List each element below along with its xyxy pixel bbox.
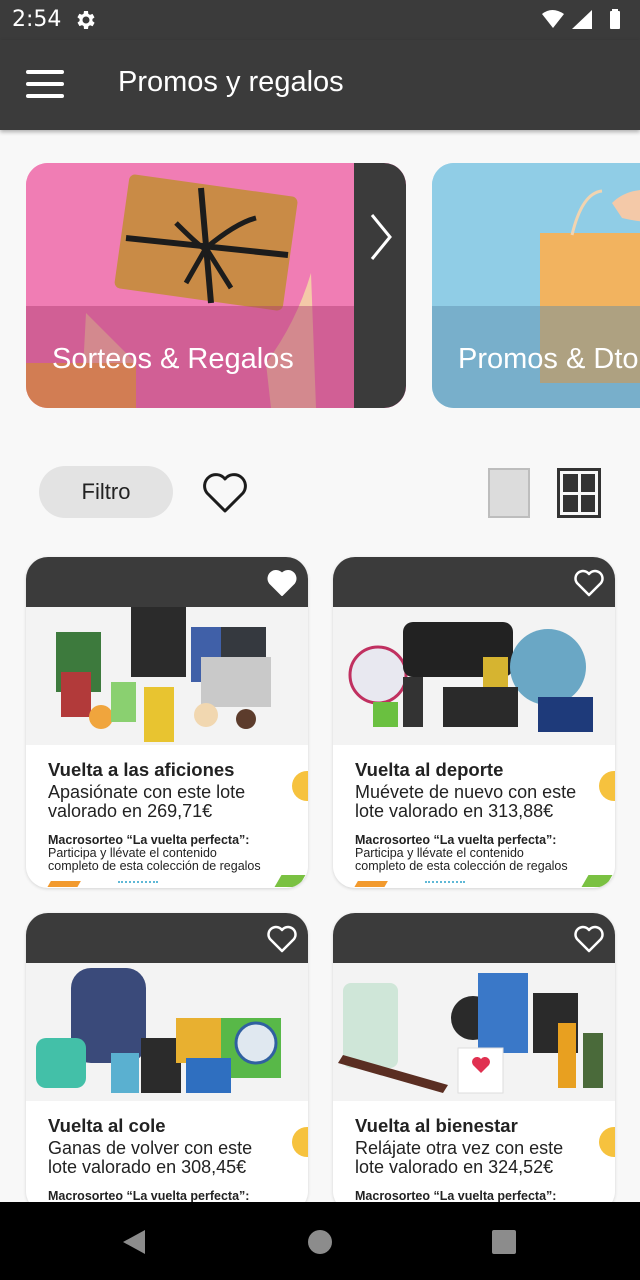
sports-products-illustration xyxy=(333,607,615,745)
status-bar: 2:54 xyxy=(0,0,640,40)
heart-outline-icon[interactable] xyxy=(200,468,250,518)
settings-gear-icon xyxy=(77,11,95,29)
card-body: Vuelta a las aficiones Apasiónate con es… xyxy=(26,745,308,887)
heart-outline-icon[interactable] xyxy=(266,923,298,955)
card-desc-line1: Muévete de nuevo con este xyxy=(355,782,577,802)
hobbies-products-illustration xyxy=(26,607,308,745)
card-desc-line1: Apasiónate con este lote xyxy=(48,782,246,802)
single-column-view-icon[interactable] xyxy=(488,468,530,518)
decorative-shape xyxy=(599,771,615,801)
battery-icon xyxy=(610,11,620,29)
decorative-shape xyxy=(292,771,308,801)
card-body: Vuelta al bienestar Relájate otra vez co… xyxy=(333,1101,615,1213)
carousel-next-button[interactable] xyxy=(354,163,406,408)
heart-outline-icon[interactable] xyxy=(573,567,605,599)
status-time: 2:54 xyxy=(12,7,62,32)
menu-hamburger-icon[interactable] xyxy=(22,67,68,103)
status-icons xyxy=(542,9,620,29)
category-label: Sorteos & Regalos xyxy=(52,343,294,375)
decorative-shape xyxy=(118,881,158,887)
card-macro: Macrosorteo “La vuelta perfecta”: xyxy=(355,1189,557,1203)
card-title: Vuelta al bienestar xyxy=(355,1115,518,1136)
card-header xyxy=(333,557,615,607)
card-macro: Macrosorteo “La vuelta perfecta”: xyxy=(355,833,557,847)
decorative-shape xyxy=(599,1127,615,1157)
card-header xyxy=(333,913,615,963)
card-macro: Macrosorteo “La vuelta perfecta”: xyxy=(48,833,250,847)
card-body: Vuelta al deporte Muévete de nuevo con e… xyxy=(333,745,615,887)
card-desc-line1: Relájate otra vez con este xyxy=(355,1138,564,1158)
decorative-shape xyxy=(425,881,465,887)
system-navigation-bar xyxy=(0,1202,640,1280)
card-sub-line2: completo de esta colección de regalos xyxy=(355,859,568,873)
product-image xyxy=(26,607,308,745)
promo-card-bienestar[interactable]: Vuelta al bienestar Relájate otra vez co… xyxy=(333,913,615,1213)
decorative-shape xyxy=(352,881,388,887)
signal-icon xyxy=(572,10,592,29)
card-desc-line2: lote valorado en 313,88€ xyxy=(355,801,554,821)
card-title: Vuelta al cole xyxy=(48,1115,166,1136)
decorative-shape xyxy=(45,881,81,887)
category-label: Promos & Dto xyxy=(458,343,639,375)
card-header xyxy=(26,913,308,963)
promo-card-aficiones[interactable]: Vuelta a las aficiones Apasiónate con es… xyxy=(26,557,308,888)
card-desc-line2: lote valorado en 324,52€ xyxy=(355,1157,554,1177)
back-triangle-icon[interactable] xyxy=(121,1228,147,1256)
card-title: Vuelta a las aficiones xyxy=(48,759,235,780)
recents-square-icon[interactable] xyxy=(492,1230,516,1254)
home-circle-icon[interactable] xyxy=(308,1230,332,1254)
card-macro: Macrosorteo “La vuelta perfecta”: xyxy=(48,1189,250,1203)
heart-outline-icon[interactable] xyxy=(266,567,298,599)
category-card-promos[interactable]: Promos & Dto xyxy=(432,163,640,408)
product-image xyxy=(26,963,308,1101)
category-card-sorteos[interactable]: Sorteos & Regalos xyxy=(26,163,406,408)
product-image xyxy=(333,607,615,745)
school-products-illustration xyxy=(26,963,308,1101)
promo-card-deporte[interactable]: Vuelta al deporte Muévete de nuevo con e… xyxy=(333,557,615,888)
decorative-shape xyxy=(581,875,613,887)
product-image xyxy=(333,963,615,1101)
wifi-icon xyxy=(542,10,564,28)
app-bar: Promos y regalos xyxy=(0,40,640,130)
card-title: Vuelta al deporte xyxy=(355,759,504,780)
card-desc-line2: valorado en 269,71€ xyxy=(48,801,213,821)
heart-outline-icon[interactable] xyxy=(573,923,605,955)
card-body: Vuelta al cole Ganas de volver con este … xyxy=(26,1101,308,1213)
decorative-shape xyxy=(274,875,306,887)
filter-button[interactable]: Filtro xyxy=(39,466,173,518)
grid-view-icon[interactable] xyxy=(557,468,601,518)
promo-card-cole[interactable]: Vuelta al cole Ganas de volver con este … xyxy=(26,913,308,1213)
card-desc-line2: lote valorado en 308,45€ xyxy=(48,1157,247,1177)
page-title: Promos y regalos xyxy=(118,66,344,98)
card-desc-line1: Ganas de volver con este xyxy=(48,1138,253,1158)
wellness-products-illustration xyxy=(333,963,615,1101)
card-header xyxy=(26,557,308,607)
decorative-shape xyxy=(292,1127,308,1157)
chevron-right-icon xyxy=(370,214,392,260)
card-sub-line2: completo de esta colección de regalos xyxy=(48,859,261,873)
